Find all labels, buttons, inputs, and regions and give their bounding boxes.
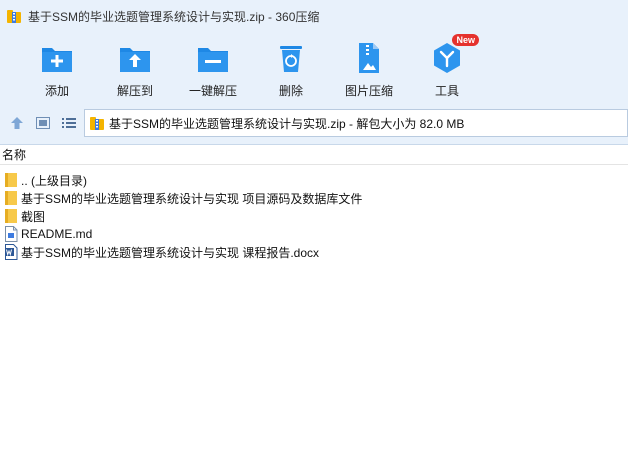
list-item-screenshot-folder[interactable]: 截图: [0, 207, 628, 225]
quick-extract-button[interactable]: 一键解压: [174, 32, 252, 99]
extract-to-label: 解压到: [116, 84, 153, 98]
item-name: .. (上级目录): [21, 173, 87, 188]
item-name: 基于SSM的毕业选题管理系统设计与实现 课程报告.docx: [21, 245, 320, 260]
add-label: 添加: [44, 84, 69, 98]
delete-label: 删除: [278, 84, 303, 98]
folder-icon: [4, 172, 18, 188]
tools-button[interactable]: New 工具: [408, 32, 486, 99]
address-bar: 基于SSM的毕业选题管理系统设计与实现.zip - 解包大小为 82.0 MB: [0, 102, 628, 145]
image-compress-label: 图片压缩: [344, 84, 393, 98]
up-level-button[interactable]: [6, 112, 28, 134]
zip-archive-icon: [6, 8, 22, 24]
main-toolbar: 添加 解压到 一键解压 删除 图片压缩 New 工具: [0, 32, 628, 102]
image-compress-zip-icon: [351, 40, 387, 76]
folder-icon: [4, 208, 18, 224]
list-view-button[interactable]: [58, 112, 80, 134]
delete-button[interactable]: 删除: [252, 32, 330, 99]
recycle-bin-icon: [273, 40, 309, 76]
thumbnail-view-icon: [36, 117, 50, 129]
zip-archive-icon: [89, 115, 105, 131]
document-file-icon: [4, 226, 18, 242]
column-header-label: 名称: [2, 148, 27, 162]
address-field[interactable]: 基于SSM的毕业选题管理系统设计与实现.zip - 解包大小为 82.0 MB: [84, 109, 628, 137]
add-folder-icon: [39, 40, 75, 76]
quick-extract-folder-icon: [195, 40, 231, 76]
tools-cube-icon: New: [429, 34, 479, 76]
list-item-source-folder[interactable]: 基于SSM的毕业选题管理系统设计与实现 项目源码及数据库文件: [0, 189, 628, 207]
up-arrow-icon: [11, 117, 23, 129]
list-item-report-docx[interactable]: 基于SSM的毕业选题管理系统设计与实现 课程报告.docx: [0, 243, 628, 261]
new-badge: New: [452, 34, 479, 46]
item-name: README.md: [21, 227, 93, 241]
folder-icon: [4, 190, 18, 206]
item-name: 截图: [21, 209, 46, 224]
app-window: 基于SSM的毕业选题管理系统设计与实现.zip - 360压缩 添加 解压到 一…: [0, 0, 628, 454]
extract-folder-icon: [117, 40, 153, 76]
title-bar: 基于SSM的毕业选题管理系统设计与实现.zip - 360压缩: [0, 0, 628, 32]
image-compress-button[interactable]: 图片压缩: [330, 32, 408, 99]
list-view-icon: [62, 118, 76, 128]
extract-to-button[interactable]: 解压到: [96, 32, 174, 99]
quick-extract-label: 一键解压: [188, 84, 237, 98]
list-item-parent-dir[interactable]: .. (上级目录): [0, 171, 628, 189]
tools-label: 工具: [434, 84, 459, 98]
word-document-icon: [4, 244, 18, 260]
item-name: 基于SSM的毕业选题管理系统设计与实现 项目源码及数据库文件: [21, 191, 363, 206]
archive-path-text: 基于SSM的毕业选题管理系统设计与实现.zip - 解包大小为 82.0 MB: [109, 116, 465, 131]
thumbnail-view-button[interactable]: [32, 112, 54, 134]
window-title: 基于SSM的毕业选题管理系统设计与实现.zip - 360压缩: [28, 9, 320, 24]
list-item-readme[interactable]: README.md: [0, 225, 628, 243]
add-button[interactable]: 添加: [18, 32, 96, 99]
file-list: .. (上级目录) 基于SSM的毕业选题管理系统设计与实现 项目源码及数据库文件…: [0, 165, 628, 261]
column-header-name[interactable]: 名称: [0, 145, 628, 165]
